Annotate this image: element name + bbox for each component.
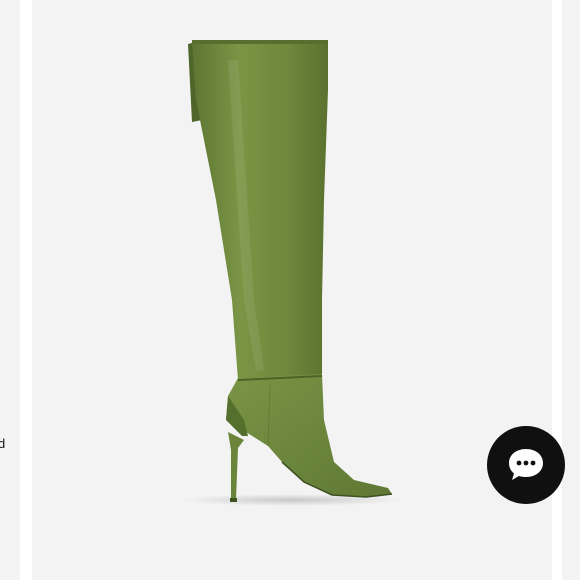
boot-heel-tip: [230, 498, 237, 502]
boot-foot: [226, 374, 392, 497]
chat-bubble-ellipsis-icon: [509, 449, 543, 480]
next-image-edge: [562, 0, 580, 580]
boot-rim: [192, 40, 328, 44]
page: d: [0, 0, 580, 580]
boot-product-image: [182, 40, 402, 506]
boot-shaft: [192, 40, 328, 380]
product-image-panel: [32, 0, 552, 580]
chat-button[interactable]: [487, 426, 565, 504]
previous-image-edge: d: [0, 0, 20, 580]
previous-image-text: d: [0, 436, 6, 451]
boot-stiletto-heel: [228, 432, 244, 500]
